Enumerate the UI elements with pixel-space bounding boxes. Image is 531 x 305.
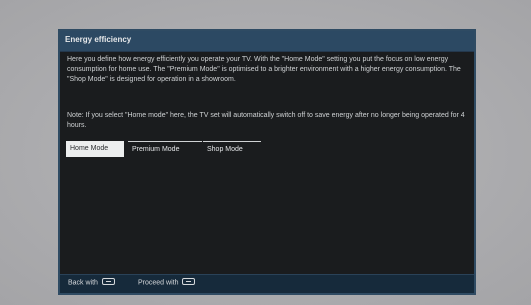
ok-key-icon xyxy=(182,278,196,285)
back-key-icon xyxy=(101,278,115,285)
description-text: Here you define how energy efficiently y… xyxy=(67,56,461,83)
note-text: Note: If you select "Home mode" here, th… xyxy=(67,112,465,129)
back-label: Back with xyxy=(68,279,98,287)
mode-selector: Home Mode Premium Mode Shop Mode xyxy=(66,141,326,157)
dialog-title: Energy efficiency xyxy=(65,35,132,44)
back-hint[interactable]: Back with xyxy=(68,278,115,287)
proceed-label: Proceed with xyxy=(138,279,179,287)
home-mode-button[interactable]: Home Mode xyxy=(66,141,124,157)
dialog-title-bar: Energy efficiency xyxy=(60,31,474,52)
footer-bar: Back with Proceed with xyxy=(60,274,474,293)
premium-mode-button[interactable]: Premium Mode xyxy=(128,141,202,157)
proceed-hint[interactable]: Proceed with xyxy=(138,278,196,287)
energy-efficiency-dialog: Energy efficiency Here you define how en… xyxy=(58,29,476,295)
shop-mode-button[interactable]: Shop Mode xyxy=(203,141,261,157)
